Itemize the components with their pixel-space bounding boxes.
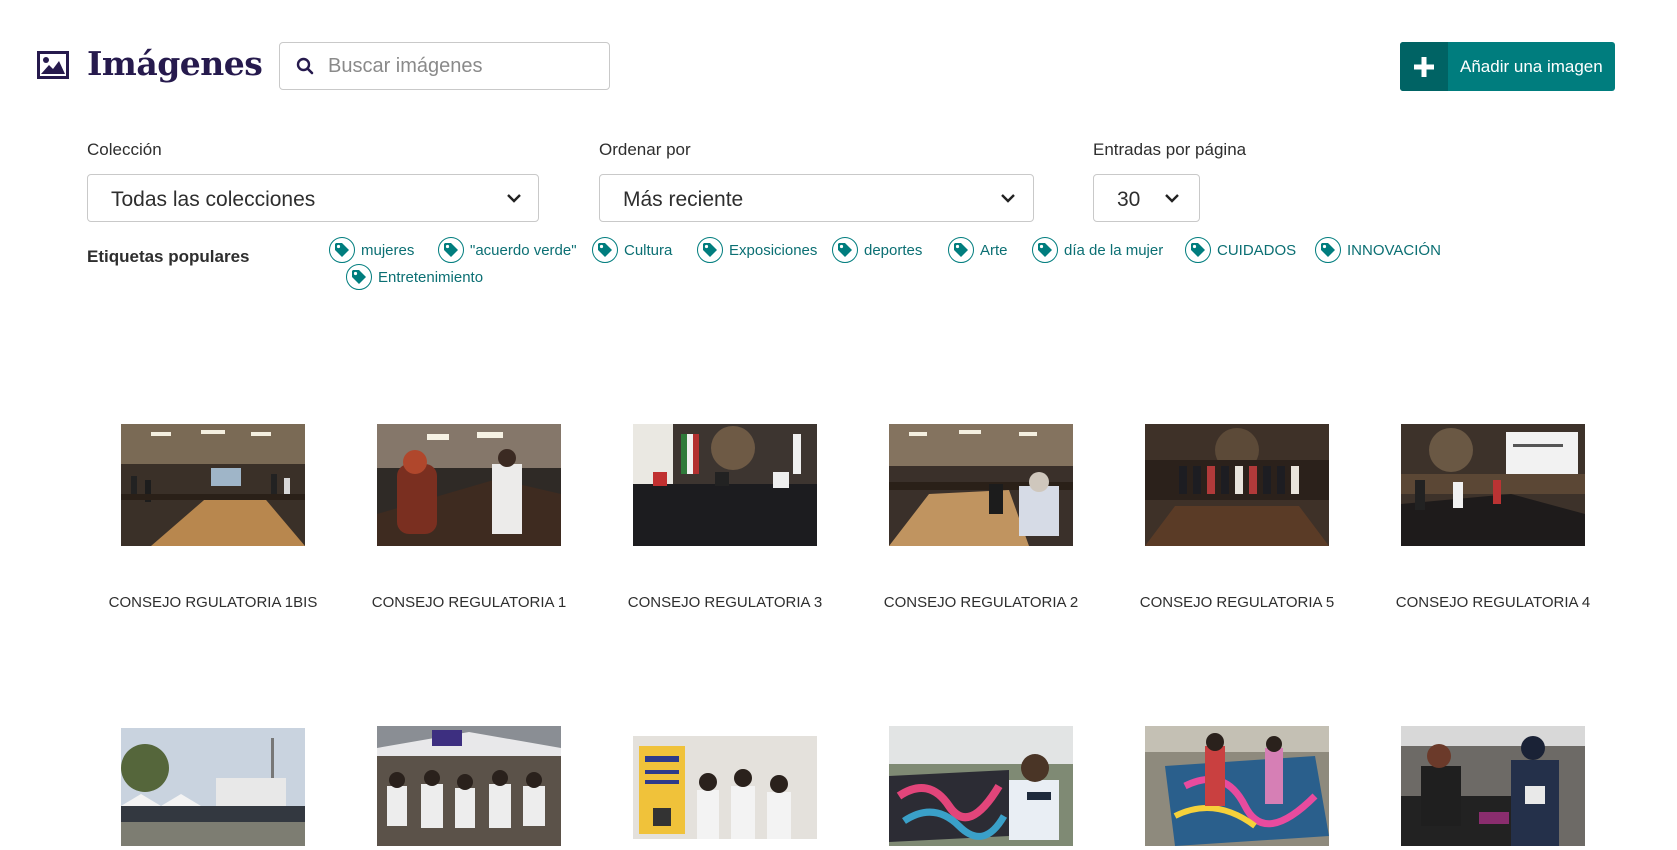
thumbnail-image <box>1145 424 1329 546</box>
image-caption: CONSEJO RGULATORIA 1BIS <box>108 594 318 611</box>
tag-label: Exposiciones <box>729 241 818 259</box>
per-page-label: Entradas por página <box>1093 140 1247 159</box>
search-input[interactable] <box>328 43 598 89</box>
thumbnail-image <box>633 424 817 546</box>
order-value: Más reciente <box>623 188 744 211</box>
order-label: Ordenar por <box>599 140 691 159</box>
image-caption: CONSEJO REGULATORIA 4 <box>1395 594 1591 611</box>
add-image-button[interactable]: Añadir una imagen <box>1400 42 1615 91</box>
thumbnail-image <box>1401 424 1585 546</box>
collection-value: Todas las colecciones <box>111 188 316 211</box>
chevron-down-icon <box>507 194 521 203</box>
tag-chip[interactable]: día de la mujer <box>1032 237 1163 263</box>
thumbnail-image <box>377 726 561 846</box>
thumbnail-image <box>1401 726 1585 846</box>
tag-chip[interactable]: mujeres <box>329 237 414 263</box>
tag-chip[interactable]: deportes <box>832 237 922 263</box>
image-caption: CONSEJO REGULATORIA 5 <box>1139 594 1335 611</box>
tag-icon <box>832 237 858 263</box>
tag-icon <box>329 237 355 263</box>
tag-label: CUIDADOS <box>1217 241 1297 259</box>
tag-chip[interactable]: Exposiciones <box>697 237 817 263</box>
page-header: Imágenes Añadir una imagen <box>0 0 1677 110</box>
tag-icon <box>592 237 618 263</box>
tag-icon <box>1185 237 1211 263</box>
thumbnail-image <box>377 424 561 546</box>
chevron-down-icon <box>1165 194 1179 203</box>
tag-icon <box>697 237 723 263</box>
tag-icon <box>1315 237 1341 263</box>
search-icon <box>296 57 314 75</box>
thumbnail-image <box>1145 726 1329 846</box>
tag-label: Arte <box>980 241 1008 259</box>
tag-chip[interactable]: INNOVACIÓN <box>1315 237 1441 263</box>
thumbnail-image <box>633 736 817 839</box>
thumbnail-image <box>889 726 1073 846</box>
image-icon <box>37 51 69 79</box>
per-page-value: 30 <box>1117 188 1141 211</box>
tag-chip[interactable]: Cultura <box>592 237 672 263</box>
tag-label: día de la mujer <box>1064 241 1164 259</box>
tag-label: Entretenimiento <box>378 268 484 286</box>
tag-label: INNOVACIÓN <box>1347 241 1441 259</box>
image-caption: CONSEJO REGULATORIA 2 <box>883 594 1079 611</box>
tag-icon <box>346 264 372 290</box>
thumbnail-image <box>889 424 1073 546</box>
page-title: Imágenes <box>87 44 263 83</box>
collection-label: Colección <box>87 140 162 159</box>
plus-icon <box>1414 57 1434 77</box>
tag-chip[interactable]: Entretenimiento <box>346 264 483 290</box>
thumbnail-image <box>121 424 305 546</box>
tag-label: Cultura <box>624 241 673 259</box>
tag-icon <box>438 237 464 263</box>
popular-tags-label: Etiquetas populares <box>87 247 250 266</box>
thumbnail-image <box>121 728 305 846</box>
tag-icon <box>948 237 974 263</box>
tag-label: deportes <box>864 241 923 259</box>
plus-icon-container <box>1400 42 1448 91</box>
add-image-label: Añadir una imagen <box>1460 57 1603 76</box>
tag-chip[interactable]: Arte <box>948 237 1008 263</box>
search-box[interactable] <box>279 42 610 90</box>
image-caption: CONSEJO REGULATORIA 3 <box>627 594 823 611</box>
chevron-down-icon <box>1001 194 1015 203</box>
tag-label: mujeres <box>361 241 415 259</box>
tag-chip[interactable]: "acuerdo verde" <box>438 237 577 263</box>
collection-select[interactable]: Todas las colecciones <box>87 174 539 222</box>
tag-icon <box>1032 237 1058 263</box>
tag-label: "acuerdo verde" <box>470 241 577 259</box>
order-select[interactable]: Más reciente <box>599 174 1034 222</box>
tag-chip[interactable]: CUIDADOS <box>1185 237 1296 263</box>
image-caption: CONSEJO REGULATORIA 1 <box>371 594 567 611</box>
per-page-select[interactable]: 30 <box>1093 174 1200 222</box>
